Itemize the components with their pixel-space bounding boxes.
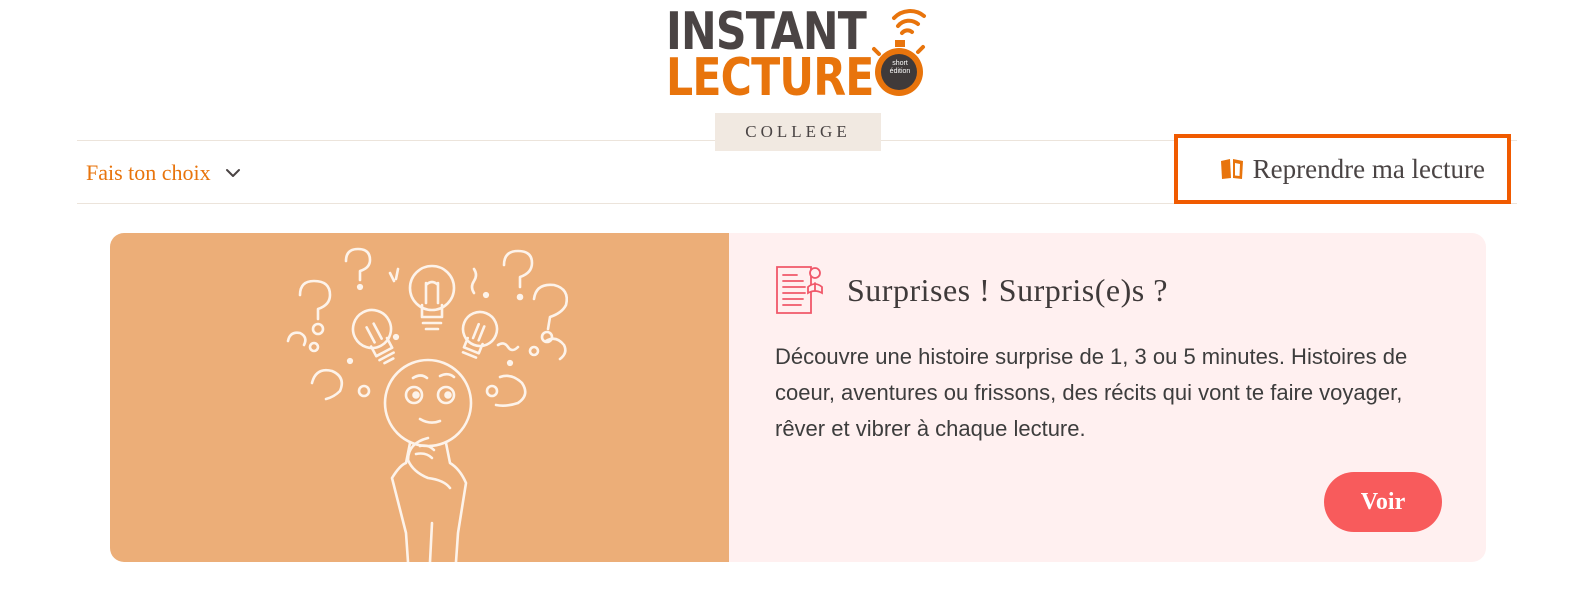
logo-text-lecture: LECTURE xyxy=(666,48,874,108)
card-illustration xyxy=(110,233,729,562)
site-logo[interactable]: INSTANT LECTURE short édition xyxy=(664,6,934,108)
resume-reading-label: Reprendre ma lecture xyxy=(1252,153,1485,184)
choice-dropdown-label: Fais ton choix xyxy=(86,160,211,185)
story-card: Surprises ! Surpris(e)s ? Découvre une h… xyxy=(110,233,1486,562)
choice-dropdown[interactable]: Fais ton choix xyxy=(86,158,241,188)
open-book-icon xyxy=(1220,159,1243,179)
stopwatch-icon xyxy=(872,9,926,96)
document-reader-icon xyxy=(776,266,823,314)
logo-badge-text: short édition xyxy=(889,60,911,75)
level-tab-college: COLLEGE xyxy=(715,113,881,151)
card-description: Découvre une histoire surprise de 1, 3 o… xyxy=(775,344,1408,441)
resume-reading-button[interactable]: Reprendre ma lecture xyxy=(1174,134,1511,204)
card-title: Surprises ! Surpris(e)s ? xyxy=(847,271,1168,308)
card-content: Surprises ! Surpris(e)s ? Découvre une h… xyxy=(729,233,1486,562)
chevron-down-icon xyxy=(225,169,240,177)
thinking-person-illustration xyxy=(286,247,569,562)
card-title-row: Surprises ! Surpris(e)s ? xyxy=(775,263,1168,317)
see-button[interactable]: Voir xyxy=(1324,472,1442,532)
